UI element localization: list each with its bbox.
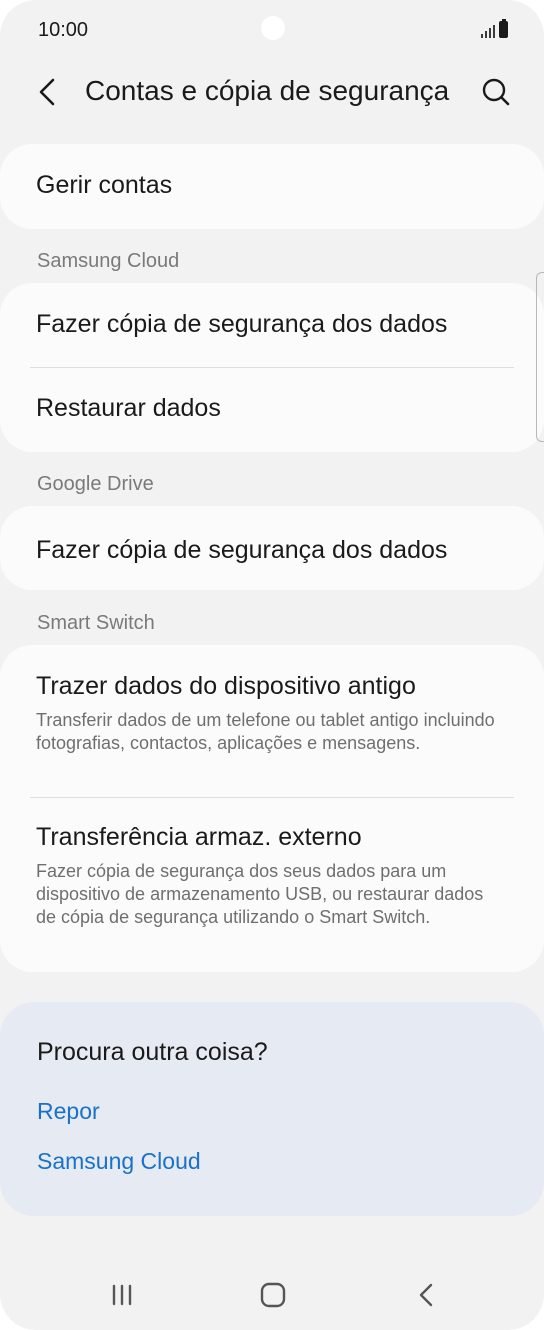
external-storage-description: Fazer cópia de segurança dos seus dados … [36,861,484,927]
home-icon [260,1282,286,1308]
back-button[interactable] [26,72,66,112]
smart-switch-card: Trazer dados do dispositivo antigo Trans… [0,645,544,972]
recent-apps-button[interactable] [99,1272,145,1318]
manage-accounts-card: Gerir contas [0,144,544,229]
recent-apps-icon [112,1284,132,1306]
samsung-backup-label: Fazer cópia de segurança dos dados [36,310,448,338]
section-google-drive: Google Drive [37,473,154,495]
screen: 10:00 Contas e cópia de segurança Gerir … [0,0,544,1330]
suggestions-card: Procura outra coisa? Repor Samsung Cloud [0,1002,544,1216]
samsung-restore-label: Restaurar dados [36,394,221,422]
home-button[interactable] [250,1272,296,1318]
bring-data-item[interactable]: Trazer dados do dispositivo antigo Trans… [36,672,508,755]
search-icon [482,78,510,106]
bring-data-label: Trazer dados do dispositivo antigo [36,672,416,700]
section-smart-switch: Smart Switch [37,612,155,634]
signal-icon [481,24,495,38]
search-button[interactable] [476,72,516,112]
back-icon [419,1283,433,1307]
external-storage-label: Transferência armaz. externo [36,823,362,851]
chevron-left-icon [39,78,55,106]
manage-accounts-item[interactable]: Gerir contas [36,171,508,200]
link-repor[interactable]: Repor [37,1098,100,1125]
scrollbar[interactable] [536,272,544,442]
bring-data-description: Transferir dados de um telefone ou table… [36,710,495,753]
suggestions-title: Procura outra coisa? [37,1038,268,1066]
status-bar: 10:00 [0,0,544,60]
section-samsung-cloud: Samsung Cloud [37,250,180,272]
divider [30,797,514,798]
nav-back-button[interactable] [404,1272,450,1318]
external-storage-item[interactable]: Transferência armaz. externo Fazer cópia… [36,823,508,929]
google-drive-card: Fazer cópia de segurança dos dados [0,506,544,590]
divider [30,367,514,368]
app-bar: Contas e cópia de segurança [0,60,544,124]
camera-cutout [261,16,285,40]
page-title: Contas e cópia de segurança [85,75,450,106]
status-time: 10:00 [38,19,89,41]
samsung-restore-item[interactable]: Restaurar dados [36,394,508,423]
google-backup-item[interactable]: Fazer cópia de segurança dos dados [36,536,508,565]
manage-accounts-label: Gerir contas [36,171,173,199]
battery-icon [499,19,508,38]
link-samsung-cloud[interactable]: Samsung Cloud [37,1148,201,1175]
navigation-bar [0,1260,544,1330]
samsung-backup-item[interactable]: Fazer cópia de segurança dos dados [36,310,508,339]
system-icons [481,19,508,38]
samsung-cloud-card: Fazer cópia de segurança dos dados Resta… [0,283,544,452]
google-backup-label: Fazer cópia de segurança dos dados [36,536,448,564]
